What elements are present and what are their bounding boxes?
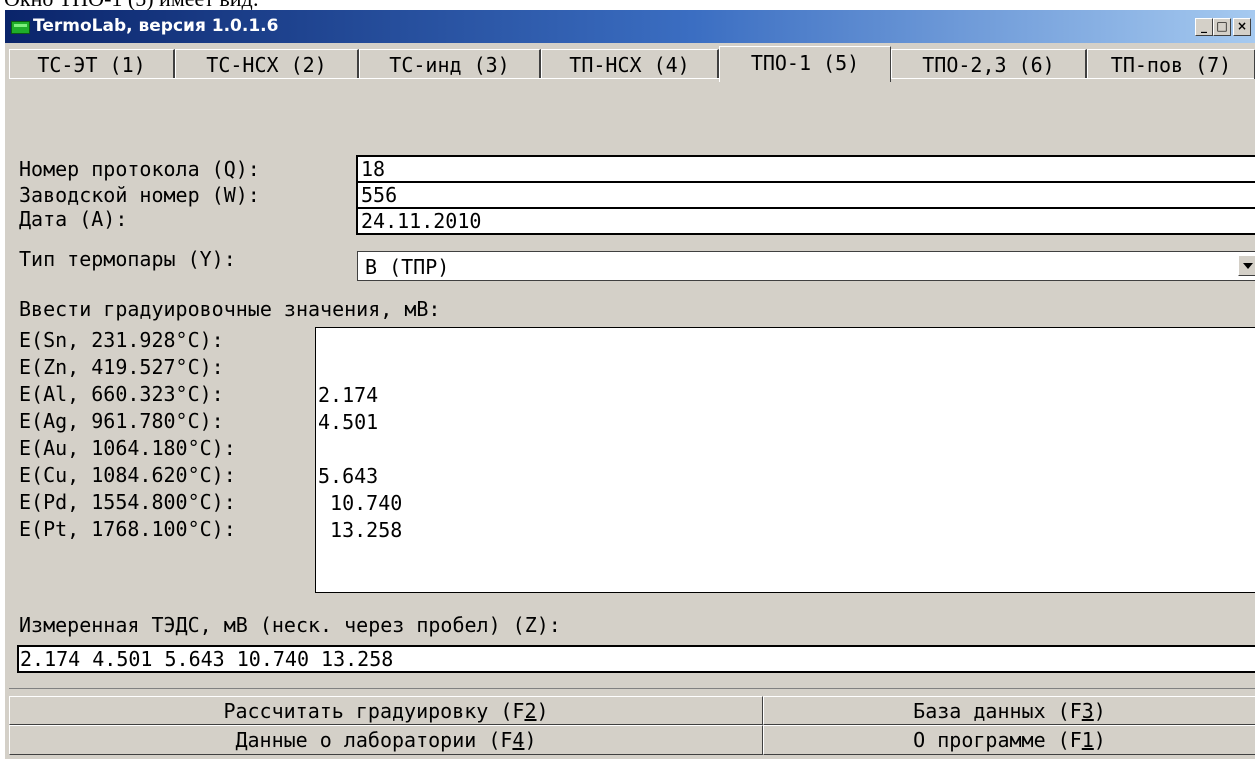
title-bar[interactable]: TermoLab, версия 1.0.1.6 _ □ × — [5, 10, 1255, 43]
calc-hotkey: 2 — [524, 699, 537, 723]
tab-ts-et[interactable]: ТС-ЭТ (1) — [9, 49, 175, 79]
button-separator — [9, 688, 1255, 689]
thermocouple-type-value: B (ТПР) — [365, 255, 450, 279]
calibration-value: 13.258 — [318, 518, 403, 542]
calibration-label: E(Zn, 419.527°C): — [19, 355, 224, 379]
thermocouple-type-select[interactable]: B (ТПР) — [357, 251, 1255, 281]
app-window: TermoLab, версия 1.0.1.6 _ □ × ТС-ЭТ (1)… — [4, 10, 1255, 759]
calc-end: ) — [536, 699, 549, 723]
db-text: База данных (F — [913, 699, 1082, 723]
serial-number-input[interactable]: 556 — [356, 181, 1255, 209]
db-end: ) — [1093, 699, 1106, 723]
tab-ts-nsx[interactable]: ТС-НСХ (2) — [175, 49, 359, 79]
lab-text: Данные о лаборатории (F — [235, 728, 513, 752]
calibration-labels: E(Sn, 231.928°C): E(Zn, 419.527°C): E(Al… — [19, 327, 236, 543]
db-hotkey: 3 — [1081, 699, 1094, 723]
app-icon — [11, 21, 30, 34]
date-input[interactable]: 24.11.2010 — [356, 207, 1255, 235]
document-caption: Окно ТПО-1 (5) имеет вид: — [4, 0, 259, 10]
about-hotkey: 1 — [1081, 728, 1094, 752]
database-button[interactable]: База данных (F3) — [763, 696, 1255, 725]
calc-text: Рассчитать градуировку (F — [223, 699, 525, 723]
tab-tp-pov[interactable]: ТП-пов (7) — [1087, 49, 1255, 79]
minimize-button[interactable]: _ — [1195, 18, 1213, 36]
calibration-label: E(Pd, 1554.800°C): — [19, 490, 236, 514]
calibration-label: E(Pt, 1768.100°C): — [19, 517, 236, 541]
tab-panel: Номер протокола (Q): 18 Заводской номер … — [9, 78, 1255, 688]
calibration-value — [318, 436, 1255, 463]
serial-label: Заводской номер (W): — [19, 183, 260, 207]
calculate-calibration-button[interactable]: Рассчитать градуировку (F2) — [9, 696, 763, 725]
lab-end: ) — [524, 728, 537, 752]
calibration-value: 10.740 — [318, 491, 403, 515]
protocol-label: Номер протокола (Q): — [19, 157, 260, 181]
laboratory-data-button[interactable]: Данные о лаборатории (F4) — [9, 725, 763, 755]
about-text: О программе (F — [913, 728, 1082, 752]
about-button[interactable]: О программе (F1) — [763, 725, 1255, 755]
thermocouple-type-label: Тип термопары (Y): — [19, 247, 236, 271]
calibration-label: E(Au, 1064.180°C): — [19, 436, 236, 460]
protocol-number-input[interactable]: 18 — [356, 155, 1255, 183]
document-caption-strip: Окно ТПО-1 (5) имеет вид: — [0, 0, 1255, 10]
about-end: ) — [1093, 728, 1106, 752]
calibration-value: 4.501 — [318, 410, 379, 434]
maximize-button[interactable]: □ — [1213, 18, 1231, 36]
calibration-value — [318, 328, 1255, 355]
lab-hotkey: 4 — [512, 728, 525, 752]
date-label: Дата (А): — [19, 207, 128, 231]
calibration-value: 2.174 — [318, 383, 379, 407]
emf-input[interactable]: 2.174 4.501 5.643 10.740 13.258 — [17, 645, 1255, 673]
tab-tpo-1[interactable]: ТПО-1 (5) — [719, 46, 891, 82]
calibration-values-memo[interactable]: 2.174 4.501 5.643 10.740 13.258 — [315, 327, 1255, 593]
chevron-down-icon[interactable] — [1238, 255, 1255, 276]
calibration-value — [318, 355, 1255, 382]
window-title: TermoLab, версия 1.0.1.6 — [33, 16, 279, 36]
calibration-label: E(Ag, 961.780°C): — [19, 409, 224, 433]
calibration-label: E(Cu, 1084.620°C): — [19, 463, 236, 487]
calibration-value: 5.643 — [318, 464, 379, 488]
tab-strip: ТС-ЭТ (1) ТС-НСХ (2) ТС-инд (3) ТП-НСХ (… — [9, 46, 1255, 82]
calibration-label: E(Al, 660.323°C): — [19, 382, 224, 406]
tab-tp-nsx[interactable]: ТП-НСХ (4) — [541, 49, 719, 79]
calibration-label: E(Sn, 231.928°C): — [19, 328, 224, 352]
tab-tpo-23[interactable]: ТПО-2,3 (6) — [891, 49, 1087, 79]
close-button[interactable]: × — [1233, 18, 1251, 36]
emf-label: Измеренная ТЭДС, мВ (неск. через пробел)… — [19, 613, 561, 637]
calibration-header: Ввести градуировочные значения, мВ: — [19, 297, 441, 321]
tab-ts-ind[interactable]: ТС-инд (3) — [359, 49, 541, 79]
